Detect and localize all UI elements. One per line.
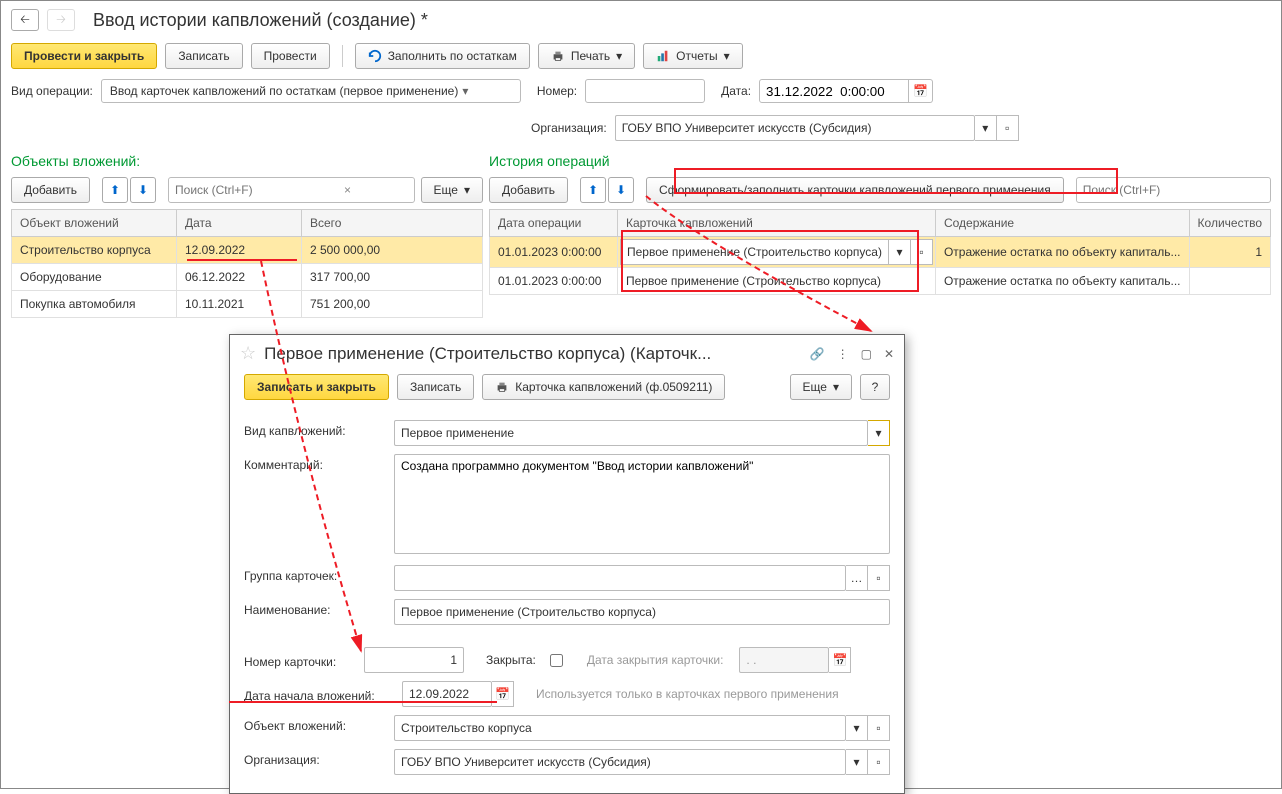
col-qty[interactable]: Количество xyxy=(1189,210,1270,237)
fill-by-button[interactable]: Заполнить по остаткам xyxy=(355,43,530,69)
type-label: Вид капвложений: xyxy=(244,420,384,438)
obj-label: Объект вложений: xyxy=(244,715,384,733)
type-select[interactable]: Первое применение xyxy=(394,420,868,446)
date-input[interactable] xyxy=(759,79,909,103)
ellipsis-icon[interactable]: … xyxy=(846,565,868,591)
calendar-icon[interactable]: 📅 xyxy=(492,681,514,707)
open-icon[interactable]: ▫ xyxy=(911,239,933,265)
link-icon[interactable]: 🔗 xyxy=(810,347,825,361)
post-button[interactable]: Провести xyxy=(251,43,330,69)
chevron-down-icon[interactable]: ▾ xyxy=(846,715,868,741)
chevron-down-icon[interactable]: ▾ xyxy=(846,749,868,775)
card-popup: ☆ Первое применение (Строительство корпу… xyxy=(229,334,905,794)
close-date-label: Дата закрытия карточки: xyxy=(587,653,724,667)
right-search-input[interactable] xyxy=(1077,179,1244,201)
group-input[interactable] xyxy=(394,565,846,591)
chevron-down-icon: ▾ xyxy=(616,49,622,63)
close-date-input: . . xyxy=(739,647,829,673)
number-input[interactable] xyxy=(585,79,705,103)
post-and-close-button[interactable]: Провести и закрыть xyxy=(11,43,157,69)
obj-select[interactable]: Строительство корпуса xyxy=(394,715,846,741)
open-icon[interactable]: ▫ xyxy=(868,749,890,775)
popup-more-button[interactable]: Еще▾ xyxy=(790,374,852,400)
maximize-icon[interactable]: ▢ xyxy=(861,347,872,361)
form-cards-button[interactable]: Сформировать/заполнить карточки капвложе… xyxy=(646,177,1064,203)
table-row[interactable]: 01.01.2023 0:00:00 Первое применение (Ст… xyxy=(490,237,1271,268)
popup-print-button[interactable]: Карточка капвложений (ф.0509211) xyxy=(482,374,725,400)
page-title: Ввод истории капвложений (создание) * xyxy=(93,10,428,31)
left-panel-title: Объекты вложений: xyxy=(11,147,483,175)
write-button[interactable]: Записать xyxy=(165,43,242,69)
nav-back[interactable]: 🡠 xyxy=(11,9,39,31)
table-row[interactable]: 01.01.2023 0:00:00 Первое применение (Ст… xyxy=(490,268,1271,295)
closed-checkbox[interactable] xyxy=(550,654,563,667)
popup-save-close-button[interactable]: Записать и закрыть xyxy=(244,374,389,400)
menu-icon[interactable]: ⋮ xyxy=(837,347,849,361)
star-icon[interactable]: ☆ xyxy=(240,343,256,364)
left-add-button[interactable]: Добавить xyxy=(11,177,90,203)
popup-org-label: Организация: xyxy=(244,749,384,767)
move-up-icon[interactable]: ⬆ xyxy=(102,177,128,203)
op-type-select[interactable]: Ввод карточек капвложений по остаткам (п… xyxy=(101,79,521,103)
calendar-icon[interactable]: 📅 xyxy=(829,647,851,673)
table-row[interactable]: Оборудование 06.12.2022 317 700,00 xyxy=(12,264,483,291)
start-date-label: Дата начала вложений: xyxy=(244,685,392,703)
chevron-down-icon: ▾ xyxy=(833,380,839,394)
name-label: Наименование: xyxy=(244,599,384,617)
date-label: Дата: xyxy=(721,84,751,98)
print-button[interactable]: Печать▾ xyxy=(538,43,635,69)
closed-label: Закрыта: xyxy=(486,653,536,667)
chevron-down-icon: ▾ xyxy=(458,84,472,98)
chevron-down-icon[interactable]: ▾ xyxy=(975,115,997,141)
right-table: Дата операции Карточка капвложений Содер… xyxy=(489,209,1271,295)
start-hint: Используется только в карточках первого … xyxy=(536,687,839,701)
op-type-label: Вид операции: xyxy=(11,84,93,98)
open-icon[interactable]: ▫ xyxy=(868,715,890,741)
comment-textarea[interactable] xyxy=(394,454,890,554)
chevron-down-icon[interactable]: ▾ xyxy=(868,420,890,446)
col-opdate[interactable]: Дата операции xyxy=(490,210,618,237)
move-down-icon[interactable]: ⬇ xyxy=(608,177,634,203)
move-up-icon[interactable]: ⬆ xyxy=(580,177,606,203)
right-add-button[interactable]: Добавить xyxy=(489,177,568,203)
table-row[interactable]: Покупка автомобиля 10.11.2021 751 200,00 xyxy=(12,291,483,318)
col-content[interactable]: Содержание xyxy=(935,210,1189,237)
popup-write-button[interactable]: Записать xyxy=(397,374,474,400)
popup-org-select[interactable]: ГОБУ ВПО Университет искусств (Субсидия) xyxy=(394,749,846,775)
cardnum-input[interactable]: 1 xyxy=(364,647,464,673)
group-label: Группа карточек: xyxy=(244,565,384,583)
left-search-input[interactable] xyxy=(169,179,336,201)
chevron-down-icon[interactable]: ▾ xyxy=(889,239,911,265)
org-select[interactable]: ГОБУ ВПО Университет искусств (Субсидия) xyxy=(615,115,975,141)
help-button[interactable]: ? xyxy=(860,374,890,400)
clear-icon[interactable]: × xyxy=(336,183,359,197)
right-panel-title: История операций xyxy=(489,147,1271,175)
nav-forward: 🡢 xyxy=(47,9,75,31)
calendar-icon[interactable]: 📅 xyxy=(909,79,933,103)
left-table: Объект вложений Дата Всего Строительство… xyxy=(11,209,483,318)
move-down-icon[interactable]: ⬇ xyxy=(130,177,156,203)
name-input[interactable]: Первое применение (Строительство корпуса… xyxy=(394,599,890,625)
col-object[interactable]: Объект вложений xyxy=(12,210,177,237)
org-label: Организация: xyxy=(531,121,607,135)
col-date[interactable]: Дата xyxy=(177,210,302,237)
open-icon[interactable]: ▫ xyxy=(997,115,1019,141)
comment-label: Комментарий: xyxy=(244,454,384,472)
number-label: Номер: xyxy=(537,84,577,98)
chevron-down-icon: ▾ xyxy=(724,49,730,63)
reports-button[interactable]: Отчеты▾ xyxy=(643,43,743,69)
table-row[interactable]: Строительство корпуса 12.09.2022 2 500 0… xyxy=(12,237,483,264)
popup-title: Первое применение (Строительство корпуса… xyxy=(264,344,802,364)
col-total[interactable]: Всего xyxy=(302,210,483,237)
open-icon[interactable]: ▫ xyxy=(868,565,890,591)
col-card[interactable]: Карточка капвложений xyxy=(618,210,936,237)
left-more-button[interactable]: Еще▾ xyxy=(421,177,483,203)
start-date-input[interactable]: 12.09.2022 xyxy=(402,681,492,707)
cardnum-label: Номер карточки: xyxy=(244,651,354,669)
close-icon[interactable]: ✕ xyxy=(884,347,894,361)
chevron-down-icon: ▾ xyxy=(464,183,470,197)
